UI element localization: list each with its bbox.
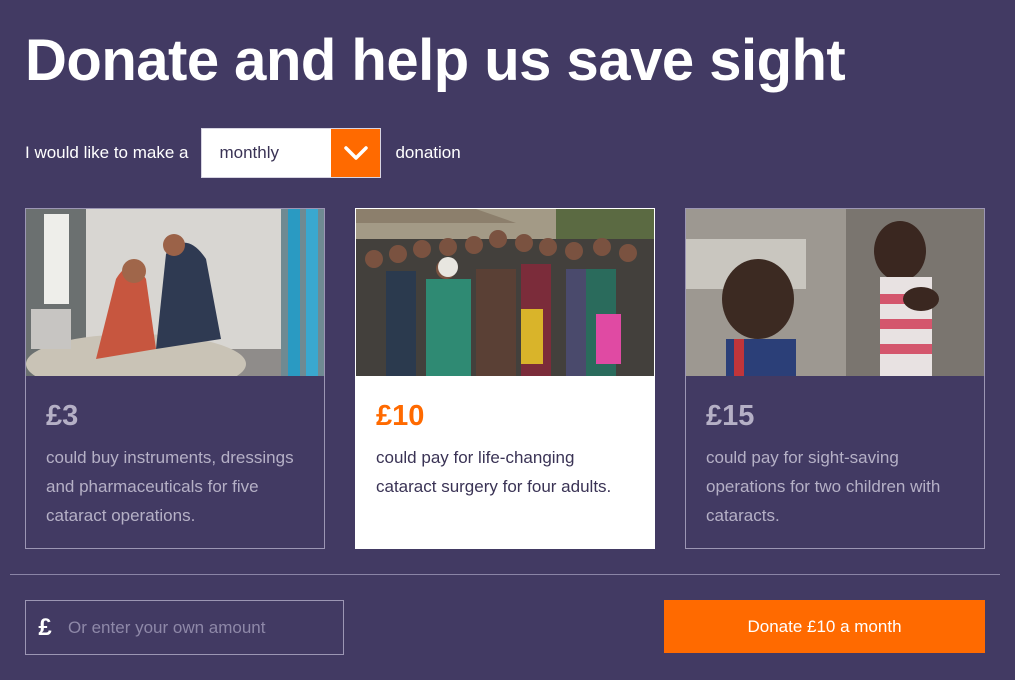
frequency-select[interactable]: monthly (201, 128, 382, 178)
chevron-down-icon[interactable] (331, 129, 381, 177)
two-women-photo (26, 209, 324, 376)
option-amount: £10 (376, 400, 425, 432)
group-photo (356, 209, 654, 376)
donation-option-10[interactable]: £10 could pay for life-changing cataract… (355, 208, 655, 549)
frequency-selected-value: monthly (219, 143, 279, 162)
option-amount: £15 (706, 400, 755, 432)
divider (10, 574, 1000, 575)
frequency-suffix-text: donation (395, 143, 461, 162)
option-amount: £3 (46, 400, 79, 432)
option-description: could pay for life-changing cataract sur… (376, 448, 612, 496)
frequency-row: I would like to make a monthly donation (25, 128, 461, 178)
custom-amount-input[interactable] (64, 601, 343, 654)
page-title: Donate and help us save sight (25, 28, 846, 93)
donate-button[interactable]: Donate £10 a month (664, 600, 985, 653)
frequency-prefix-text: I would like to make a (25, 143, 189, 162)
children-laughing-photo (686, 209, 984, 376)
donation-option-15[interactable]: £15 could pay for sight-saving operation… (685, 208, 985, 549)
option-description: could buy instruments, dressings and pha… (46, 448, 294, 525)
pound-sign-icon: £ (38, 613, 52, 641)
donation-option-3[interactable]: £3 could buy instruments, dressings and … (25, 208, 325, 549)
custom-amount-field[interactable]: £ (25, 600, 344, 655)
option-description: could pay for sight-saving operations fo… (706, 448, 941, 525)
